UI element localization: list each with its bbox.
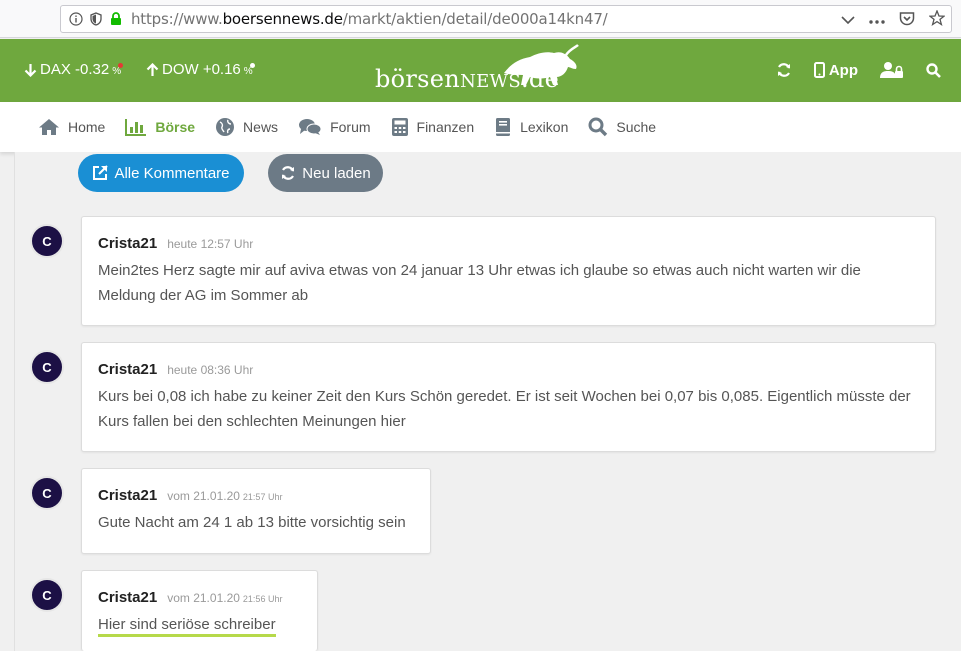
comment-author[interactable]: Crista21 — [98, 235, 157, 252]
header-search-button[interactable] — [926, 62, 941, 78]
info-icon[interactable] — [69, 12, 83, 26]
search-icon — [926, 62, 941, 78]
comment-time: vom 21.01.20 21:56 Uhr — [167, 591, 283, 605]
main-nav: Home Börse News Forum Finanzen Lexikon S… — [0, 102, 961, 152]
comment-card: Crista21 heute 08:36 Uhr Kurs bei 0,08 i… — [81, 342, 936, 452]
arrow-up-icon — [146, 62, 159, 76]
user-login-button[interactable] — [880, 61, 904, 79]
reload-button[interactable]: Neu laden — [268, 154, 383, 192]
nav-label: Suche — [616, 119, 657, 135]
comment-time: vom 21.01.20 21:57 Uhr — [167, 489, 283, 503]
all-comments-button[interactable]: Alle Kommentare — [78, 154, 244, 192]
all-comments-label: Alle Kommentare — [114, 164, 230, 182]
browser-toolbar: https://www.boersennews.de/markt/aktien/… — [0, 0, 961, 38]
comment-card: Crista21 vom 21.01.20 21:56 Uhr Hier sind… — [81, 570, 318, 651]
book-icon — [496, 118, 511, 136]
nav-item-news[interactable]: News — [215, 117, 278, 137]
search-icon — [588, 117, 608, 137]
app-label: App — [828, 61, 858, 79]
nav-item-finanzen[interactable]: Finanzen — [391, 117, 475, 137]
dow-ticker[interactable]: DOW +0.16 % — [146, 61, 255, 78]
user-lock-icon — [880, 62, 903, 78]
comment-text: Mein2tes Herz sagte mir auf aviva etwas … — [98, 262, 861, 304]
avatar[interactable]: C — [30, 578, 64, 612]
avatar[interactable]: C — [30, 350, 64, 384]
nav-label: Börse — [155, 119, 196, 135]
dax-value: DAX -0.32 — [40, 61, 110, 78]
comment-card: Crista21 vom 21.01.20 21:57 Uhr Gute Nach… — [81, 468, 431, 554]
external-link-icon — [93, 165, 109, 180]
site-logo[interactable]: börsenNEWS.de — [375, 44, 580, 95]
bookmark-star-icon[interactable] — [928, 9, 946, 31]
comments-icon — [299, 119, 322, 135]
refresh-icon — [777, 63, 790, 77]
avatar[interactable]: C — [30, 224, 64, 258]
dow-value: DOW +0.16 — [162, 61, 241, 78]
avatar[interactable]: C — [30, 476, 64, 510]
calculator-icon — [391, 118, 408, 136]
nav-label: Forum — [330, 119, 371, 135]
home-icon — [39, 119, 59, 135]
comment-text: Gute Nacht am 24 1 ab 13 bitte vorsichti… — [98, 514, 406, 531]
address-bar[interactable]: https://www.boersennews.de/markt/aktien/… — [60, 5, 952, 33]
lock-icon[interactable] — [109, 12, 123, 26]
nav-item-suche[interactable]: Suche — [588, 117, 656, 137]
arrow-down-icon — [24, 63, 37, 77]
url-text[interactable]: https://www.boersennews.de/markt/aktien/… — [131, 10, 608, 28]
comment-author[interactable]: Crista21 — [98, 487, 157, 504]
nav-item-lexikon[interactable]: Lexikon — [494, 117, 568, 137]
reload-label: Neu laden — [302, 164, 371, 182]
nav-label: Lexikon — [520, 119, 569, 135]
dax-ticker[interactable]: DAX -0.32 % — [24, 61, 124, 78]
nav-label: News — [243, 119, 279, 135]
refresh-button[interactable] — [776, 62, 792, 78]
more-actions-icon[interactable] — [869, 12, 885, 30]
comment-time: heute 12:57 Uhr — [167, 237, 254, 251]
chevron-down-icon[interactable] — [841, 12, 855, 30]
mobile-phone-icon — [813, 62, 825, 78]
nav-label: Home — [68, 119, 106, 135]
logo-text-tld: .de — [520, 65, 560, 93]
comment-text: Kurs bei 0,08 ich habe zu keiner Zeit de… — [98, 388, 911, 430]
nav-label: Finanzen — [416, 119, 475, 135]
chart-icon — [125, 119, 147, 136]
comment-time-detail: 21:56 Uhr — [242, 594, 283, 604]
pocket-icon[interactable] — [899, 11, 915, 31]
logo-text-caps: NEWS — [460, 71, 521, 92]
comment-time-detail: 21:57 Uhr — [242, 492, 283, 502]
dax-status-dot — [118, 63, 124, 68]
nav-item-boerse[interactable]: Börse — [125, 118, 195, 136]
comment-link[interactable]: Hier sind seriöse schreiber — [98, 616, 276, 637]
refresh-icon — [282, 166, 295, 180]
nav-item-home[interactable]: Home — [38, 118, 105, 136]
tracking-shield-icon[interactable] — [89, 12, 103, 26]
comment-author[interactable]: Crista21 — [98, 361, 157, 378]
site-header: DAX -0.32 % DOW +0.16 % börsenNEWS.de Ap… — [0, 39, 961, 102]
globe-icon — [216, 118, 235, 136]
comment-time: heute 08:36 Uhr — [167, 363, 254, 377]
logo-text-main: börsen — [375, 65, 461, 93]
comment-card: Crista21 heute 12:57 Uhr Mein2tes Herz s… — [81, 216, 936, 326]
dow-status-dot — [249, 63, 255, 68]
comment-author[interactable]: Crista21 — [98, 589, 157, 606]
app-button[interactable]: App — [813, 61, 858, 79]
nav-item-forum[interactable]: Forum — [298, 118, 371, 136]
